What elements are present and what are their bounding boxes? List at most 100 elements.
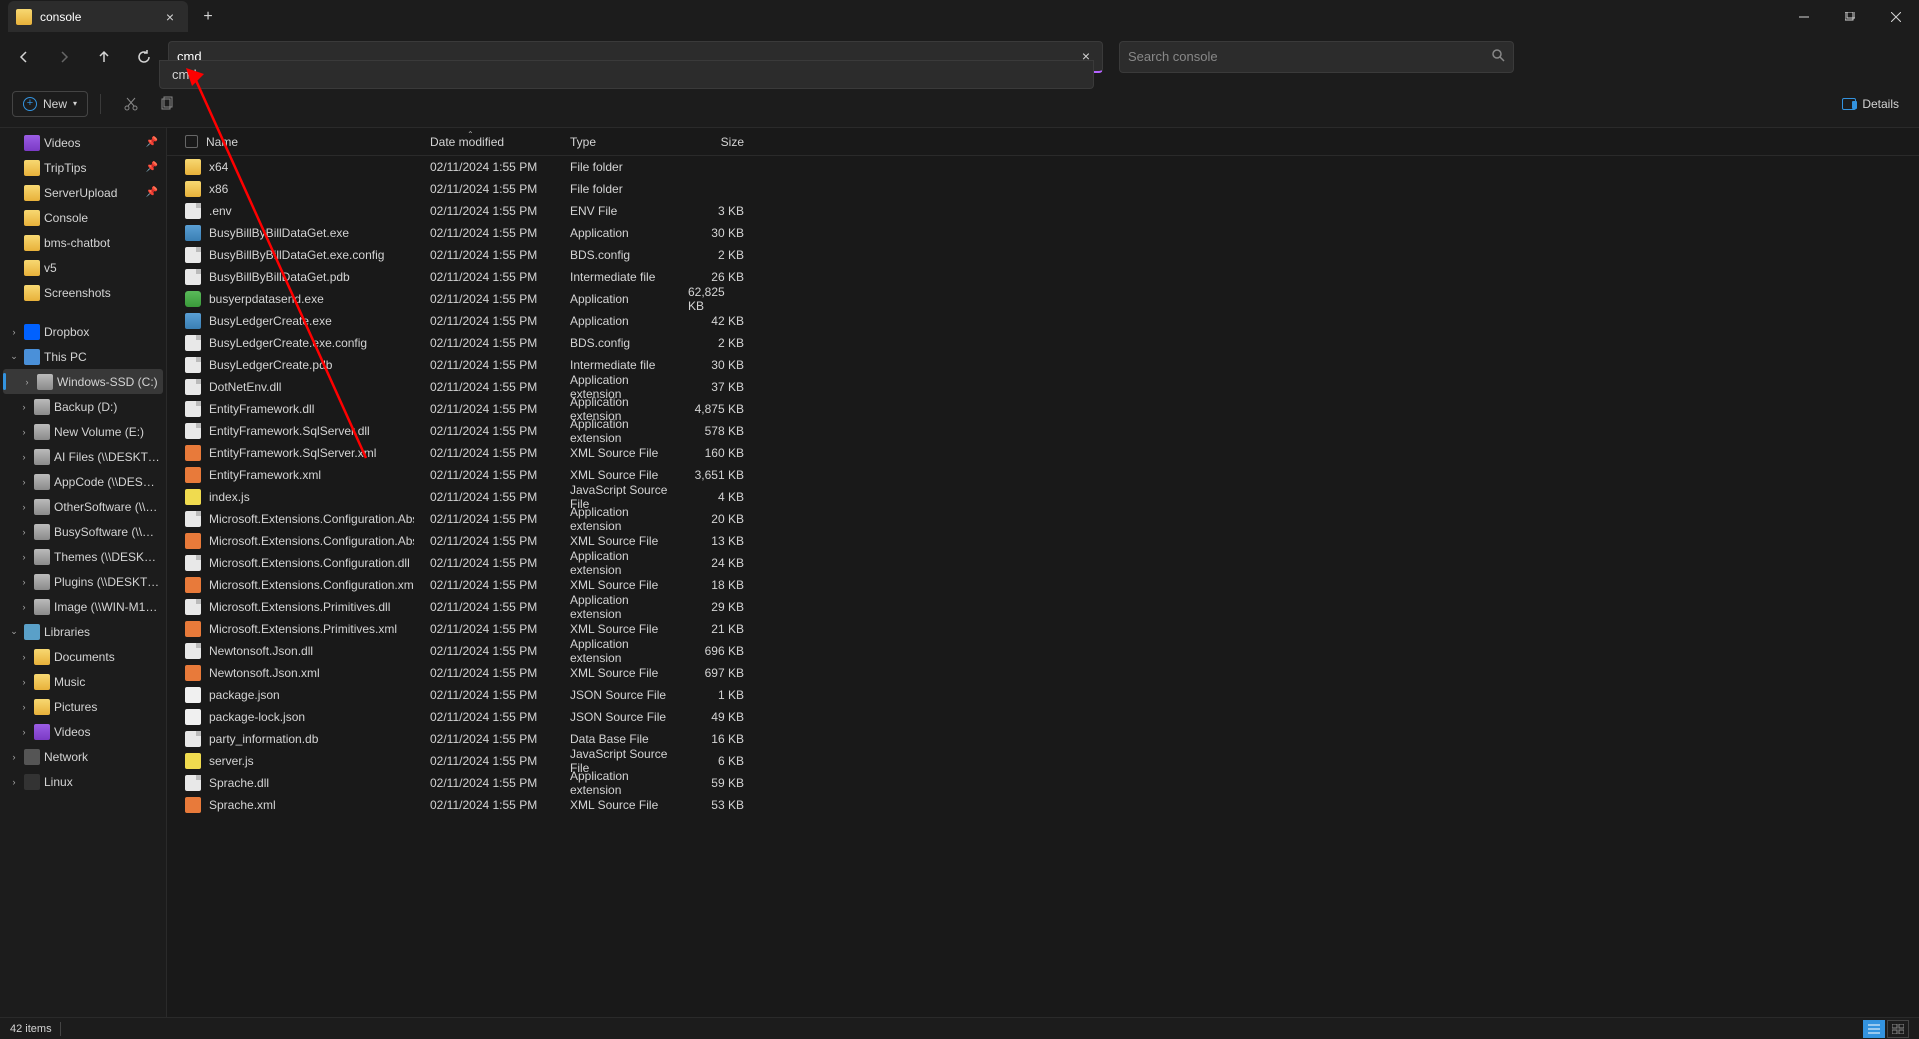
sidebar-item-library[interactable]: ›Pictures — [0, 694, 166, 719]
navigation-sidebar[interactable]: Videos📌TripTips📌ServerUpload📌Consolebms-… — [0, 128, 167, 1017]
chevron-right-icon[interactable]: › — [18, 601, 30, 613]
copy-button[interactable] — [149, 86, 185, 122]
file-row[interactable]: EntityFramework.SqlServer.xml 02/11/2024… — [167, 442, 1919, 464]
sidebar-item-drive[interactable]: ›BusySoftware (\\DESKTO — [0, 519, 166, 544]
sidebar-item[interactable]: Videos📌 — [0, 130, 166, 155]
chevron-right-icon[interactable]: › — [8, 751, 20, 763]
details-view-button[interactable] — [1863, 1020, 1885, 1038]
sidebar-item-drive[interactable]: ›New Volume (E:) — [0, 419, 166, 444]
file-row[interactable]: .env 02/11/2024 1:55 PM ENV File 3 KB — [167, 200, 1919, 222]
thumbnails-view-button[interactable] — [1887, 1020, 1909, 1038]
up-button[interactable] — [88, 41, 120, 73]
suggestion-item[interactable]: cmd — [160, 61, 1093, 88]
sidebar-item-library[interactable]: ›Music — [0, 669, 166, 694]
file-row[interactable]: index.js 02/11/2024 1:55 PM JavaScript S… — [167, 486, 1919, 508]
forward-button[interactable] — [48, 41, 80, 73]
chevron-right-icon[interactable]: › — [18, 451, 30, 463]
sidebar-item[interactable]: Console — [0, 205, 166, 230]
file-row[interactable]: Newtonsoft.Json.xml 02/11/2024 1:55 PM X… — [167, 662, 1919, 684]
chevron-right-icon[interactable]: › — [18, 726, 30, 738]
file-row[interactable]: package-lock.json 02/11/2024 1:55 PM JSO… — [167, 706, 1919, 728]
chevron-right-icon[interactable]: › — [8, 776, 20, 788]
search-input[interactable] — [1128, 49, 1491, 64]
close-tab-icon[interactable]: × — [162, 9, 178, 25]
column-header-date[interactable]: Date modified — [422, 135, 562, 149]
file-row[interactable]: party_information.db 02/11/2024 1:55 PM … — [167, 728, 1919, 750]
file-row[interactable]: package.json 02/11/2024 1:55 PM JSON Sou… — [167, 684, 1919, 706]
file-row[interactable]: BusyBillByBillDataGet.pdb 02/11/2024 1:5… — [167, 266, 1919, 288]
column-header-name[interactable]: Name — [167, 135, 422, 149]
sidebar-item-linux[interactable]: › Linux — [0, 769, 166, 794]
chevron-right-icon[interactable]: › — [18, 551, 30, 563]
sidebar-item-drive[interactable]: ›Themes (\\DESKTOP-ETI — [0, 544, 166, 569]
file-row[interactable]: BusyLedgerCreate.exe.config 02/11/2024 1… — [167, 332, 1919, 354]
file-row[interactable]: Sprache.dll 02/11/2024 1:55 PM Applicati… — [167, 772, 1919, 794]
back-button[interactable] — [8, 41, 40, 73]
window-tab[interactable]: console × — [8, 1, 188, 32]
file-row[interactable]: Microsoft.Extensions.Configuration.Abstr… — [167, 508, 1919, 530]
file-row[interactable]: BusyBillByBillDataGet.exe 02/11/2024 1:5… — [167, 222, 1919, 244]
sidebar-item-drive[interactable]: ›OtherSoftware (\\DESKT — [0, 494, 166, 519]
file-row[interactable]: Microsoft.Extensions.Configuration.Abstr… — [167, 530, 1919, 552]
cut-button[interactable] — [113, 86, 149, 122]
sidebar-item-dropbox[interactable]: › Dropbox — [0, 319, 166, 344]
chevron-right-icon[interactable]: › — [18, 476, 30, 488]
chevron-right-icon[interactable]: › — [18, 576, 30, 588]
chevron-down-icon[interactable]: ⌄ — [8, 626, 20, 638]
file-row[interactable]: Microsoft.Extensions.Configuration.xml 0… — [167, 574, 1919, 596]
file-row[interactable]: Microsoft.Extensions.Primitives.dll 02/1… — [167, 596, 1919, 618]
file-row[interactable]: EntityFramework.xml 02/11/2024 1:55 PM X… — [167, 464, 1919, 486]
sidebar-item-drive[interactable]: ›AI Files (\\DESKTOP-ETM — [0, 444, 166, 469]
sidebar-item-network[interactable]: › Network — [0, 744, 166, 769]
file-row[interactable]: busyerpdatasend.exe 02/11/2024 1:55 PM A… — [167, 288, 1919, 310]
sidebar-item[interactable]: Screenshots — [0, 280, 166, 305]
details-button[interactable]: Details — [1834, 93, 1907, 115]
sidebar-item[interactable]: v5 — [0, 255, 166, 280]
chevron-right-icon[interactable]: › — [18, 676, 30, 688]
maximize-button[interactable] — [1827, 0, 1873, 33]
file-row[interactable]: BusyLedgerCreate.exe 02/11/2024 1:55 PM … — [167, 310, 1919, 332]
file-row[interactable]: EntityFramework.dll 02/11/2024 1:55 PM A… — [167, 398, 1919, 420]
sidebar-item[interactable]: TripTips📌 — [0, 155, 166, 180]
column-header-size[interactable]: Size — [680, 135, 752, 149]
chevron-right-icon[interactable]: › — [18, 401, 30, 413]
chevron-right-icon[interactable]: › — [18, 426, 30, 438]
file-row[interactable]: x86 02/11/2024 1:55 PM File folder — [167, 178, 1919, 200]
sidebar-item-drive[interactable]: ›Image (\\WIN-M1KDOC — [0, 594, 166, 619]
file-row[interactable]: BusyBillByBillDataGet.exe.config 02/11/2… — [167, 244, 1919, 266]
sidebar-item-drive[interactable]: ›Backup (D:) — [0, 394, 166, 419]
select-all-checkbox[interactable] — [185, 135, 198, 148]
file-row[interactable]: server.js 02/11/2024 1:55 PM JavaScript … — [167, 750, 1919, 772]
chevron-right-icon[interactable]: › — [21, 376, 33, 388]
file-row[interactable]: Microsoft.Extensions.Primitives.xml 02/1… — [167, 618, 1919, 640]
chevron-right-icon[interactable]: › — [18, 501, 30, 513]
search-icon[interactable] — [1491, 48, 1505, 65]
close-window-button[interactable] — [1873, 0, 1919, 33]
minimize-button[interactable] — [1781, 0, 1827, 33]
sidebar-item-library[interactable]: ›Videos — [0, 719, 166, 744]
file-row[interactable]: Newtonsoft.Json.dll 02/11/2024 1:55 PM A… — [167, 640, 1919, 662]
file-row[interactable]: BusyLedgerCreate.pdb 02/11/2024 1:55 PM … — [167, 354, 1919, 376]
new-button[interactable]: + New ▾ — [12, 91, 88, 117]
chevron-right-icon[interactable]: › — [18, 651, 30, 663]
column-header-type[interactable]: Type — [562, 135, 680, 149]
chevron-right-icon[interactable]: › — [18, 701, 30, 713]
sidebar-item-library[interactable]: ›Documents — [0, 644, 166, 669]
sidebar-item-thispc[interactable]: ⌄ This PC — [0, 344, 166, 369]
sidebar-item[interactable]: bms-chatbot — [0, 230, 166, 255]
file-row[interactable]: Sprache.xml 02/11/2024 1:55 PM XML Sourc… — [167, 794, 1919, 816]
sidebar-item[interactable]: ServerUpload📌 — [0, 180, 166, 205]
sidebar-item-drive[interactable]: ›AppCode (\\DESKTOP-E — [0, 469, 166, 494]
file-list[interactable]: ⌃ Name Date modified Type Size x64 02/11… — [167, 128, 1919, 1017]
sidebar-item-drive[interactable]: ›Plugins (\\DESKTOP-ETM — [0, 569, 166, 594]
file-row[interactable]: EntityFramework.SqlServer.dll 02/11/2024… — [167, 420, 1919, 442]
search-bar[interactable] — [1119, 41, 1514, 73]
sidebar-item-libraries[interactable]: ⌄ Libraries — [0, 619, 166, 644]
file-row[interactable]: x64 02/11/2024 1:55 PM File folder — [167, 156, 1919, 178]
chevron-right-icon[interactable]: › — [8, 326, 20, 338]
file-row[interactable]: DotNetEnv.dll 02/11/2024 1:55 PM Applica… — [167, 376, 1919, 398]
chevron-down-icon[interactable]: ⌄ — [8, 351, 20, 363]
file-row[interactable]: Microsoft.Extensions.Configuration.dll 0… — [167, 552, 1919, 574]
refresh-button[interactable] — [128, 41, 160, 73]
sidebar-item-drive[interactable]: ›Windows-SSD (C:) — [3, 369, 163, 394]
